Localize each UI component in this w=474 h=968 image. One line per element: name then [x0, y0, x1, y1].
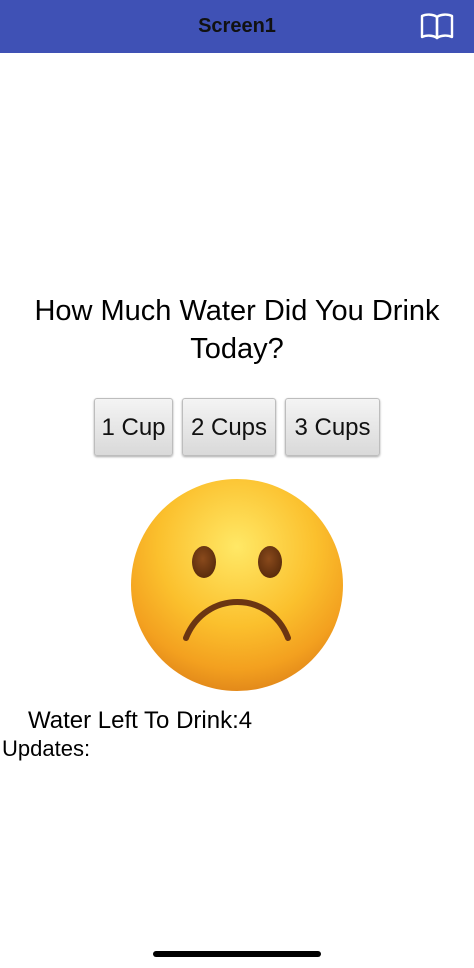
screen-title: Screen1	[198, 15, 276, 37]
water-left-label: Water Left To Drink:	[28, 707, 239, 734]
two-cups-button[interactable]: 2 Cups	[182, 398, 276, 456]
book-icon[interactable]	[420, 12, 454, 40]
water-left-value: 4	[238, 707, 253, 734]
three-cups-button[interactable]: 3 Cups	[285, 398, 380, 456]
sad-face-icon	[131, 479, 343, 691]
title-bar: Screen1	[0, 0, 474, 53]
question-heading: How Much Water Did You Drink Today?	[34, 295, 440, 365]
app-screen: Screen1 How Much Water Did You Drink Tod…	[0, 0, 474, 968]
water-left-text: Water Left To Drink:4	[28, 705, 252, 737]
one-cup-button[interactable]: 1 Cup	[94, 398, 173, 456]
home-indicator[interactable]	[153, 951, 321, 957]
updates-label: Updates:	[2, 736, 91, 761]
